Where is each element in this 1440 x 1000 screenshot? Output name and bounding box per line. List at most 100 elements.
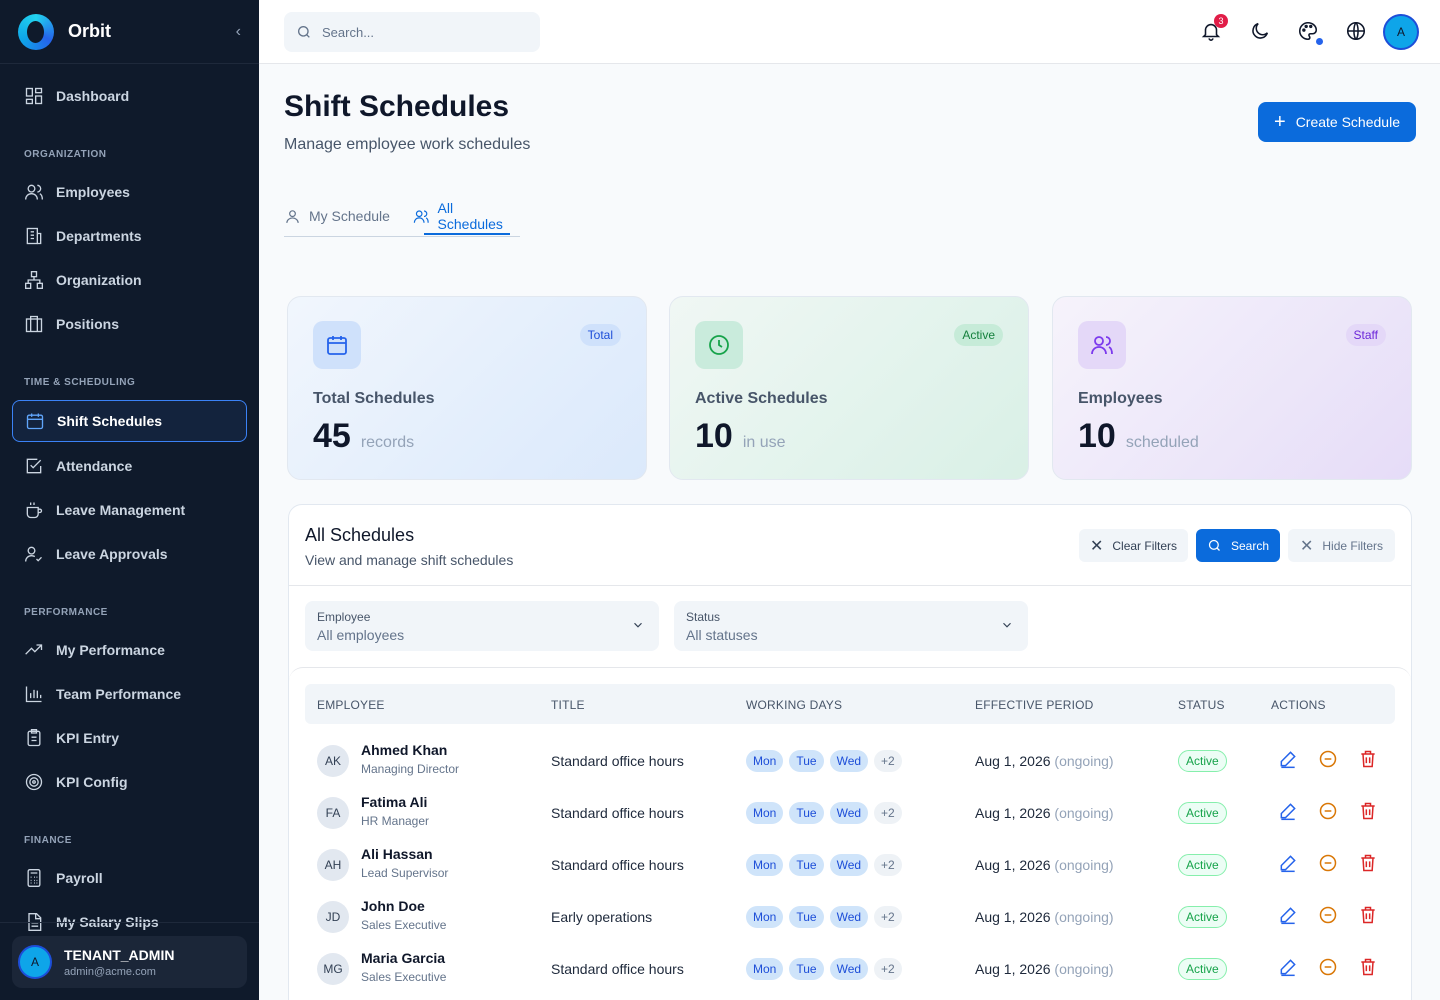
day-chip: Mon xyxy=(746,750,784,772)
user-name: TENANT_ADMIN xyxy=(64,946,175,963)
avatar: FA xyxy=(317,797,349,829)
sidebar-item-positions[interactable]: Positions xyxy=(12,303,247,345)
tab-active-indicator xyxy=(424,233,510,235)
edit-button[interactable] xyxy=(1278,801,1300,823)
edit-button[interactable] xyxy=(1278,957,1300,979)
hide-filters-button[interactable]: ✕ Hide Filters xyxy=(1288,529,1395,562)
sidebar-item-shift-schedules[interactable]: Shift Schedules xyxy=(12,400,247,442)
effective-period: Aug 1, 2026 (ongoing) xyxy=(975,857,1114,873)
working-days: Mon Tue Wed +2 xyxy=(746,854,908,876)
sidebar-item-kpi-config[interactable]: KPI Config xyxy=(12,761,247,803)
select-value: All employees xyxy=(317,627,405,643)
stat-card-employees: Staff Employees 10 scheduled xyxy=(1052,296,1412,480)
sidebar-item-departments[interactable]: Departments xyxy=(12,215,247,257)
tab-all-schedules[interactable]: All Schedules xyxy=(413,196,520,236)
status-filter-select[interactable]: Status All statuses xyxy=(674,601,1028,651)
language-button[interactable] xyxy=(1345,20,1369,44)
sidebar-item-my-performance[interactable]: My Performance xyxy=(12,629,247,671)
users-icon xyxy=(25,184,43,200)
more-days-chip: +2 xyxy=(874,854,902,876)
schedule-title: Standard office hours xyxy=(551,961,684,977)
minus-circle-icon xyxy=(1319,750,1337,768)
search-box[interactable] xyxy=(284,12,540,52)
tab-label: My Schedule xyxy=(309,208,390,224)
globe-icon xyxy=(1346,21,1366,41)
notifications-button[interactable]: 3 xyxy=(1200,14,1228,44)
stat-value-row: 10 in use xyxy=(695,417,786,456)
table-row: AK Ahmed Khan Managing Director Standard… xyxy=(305,734,1395,786)
working-days: Mon Tue Wed +2 xyxy=(746,906,908,928)
edit-button[interactable] xyxy=(1278,749,1300,771)
employee-name[interactable]: Ahmed Khan xyxy=(361,742,447,758)
day-chip: Wed xyxy=(829,958,869,980)
user-card[interactable]: A TENANT_ADMIN admin@acme.com xyxy=(12,936,247,988)
employee-name[interactable]: Fatima Ali xyxy=(361,794,427,810)
sidebar-item-employees[interactable]: Employees xyxy=(12,171,247,213)
search-input[interactable] xyxy=(322,24,522,40)
day-chip: Mon xyxy=(746,958,784,980)
sidebar-item-leave-management[interactable]: Leave Management xyxy=(12,489,247,531)
coffee-icon xyxy=(26,502,43,519)
palette-button[interactable] xyxy=(1297,20,1323,45)
delete-button[interactable] xyxy=(1358,801,1380,823)
edit-button[interactable] xyxy=(1278,905,1300,927)
deactivate-button[interactable] xyxy=(1318,853,1340,875)
period-date: Aug 1, 2026 xyxy=(975,805,1051,821)
day-chip: Tue xyxy=(789,958,824,980)
select-label: Employee xyxy=(317,610,371,624)
stat-value: 10 xyxy=(1078,417,1116,455)
search-icon xyxy=(1208,539,1220,551)
notification-badge: 3 xyxy=(1214,14,1228,28)
employee-name[interactable]: Maria Garcia xyxy=(361,950,445,966)
day-chip: Tue xyxy=(789,802,824,824)
delete-button[interactable] xyxy=(1358,853,1380,875)
deactivate-button[interactable] xyxy=(1318,801,1340,823)
clear-filters-button[interactable]: ✕ Clear Filters xyxy=(1079,529,1188,562)
deactivate-button[interactable] xyxy=(1318,957,1340,979)
sidebar: Orbit ‹ Dashboard ORGANIZATION Employees… xyxy=(0,0,259,1000)
sidebar-item-leave-approvals[interactable]: Leave Approvals xyxy=(12,533,247,575)
sidebar-item-payroll[interactable]: Payroll xyxy=(12,857,247,899)
delete-button[interactable] xyxy=(1358,749,1380,771)
minus-circle-icon xyxy=(1319,958,1337,976)
deactivate-button[interactable] xyxy=(1318,905,1340,927)
minus-circle-icon xyxy=(1319,906,1337,924)
theme-toggle-button[interactable] xyxy=(1249,20,1273,44)
more-days-chip: +2 xyxy=(874,750,902,772)
employee-filter-select[interactable]: Employee All employees xyxy=(305,601,659,651)
deactivate-button[interactable] xyxy=(1318,749,1340,771)
users-icon xyxy=(1091,336,1113,355)
table-row: AH Ali Hassan Lead Supervisor Standard o… xyxy=(305,838,1395,890)
sidebar-item-organization[interactable]: Organization xyxy=(12,259,247,301)
period-date: Aug 1, 2026 xyxy=(975,961,1051,977)
sidebar-item-attendance[interactable]: Attendance xyxy=(12,445,247,487)
calculator-icon xyxy=(27,869,41,887)
chevron-left-icon[interactable]: ‹ xyxy=(236,23,241,41)
select-value: All statuses xyxy=(686,627,758,643)
edit-button[interactable] xyxy=(1278,853,1300,875)
create-schedule-button[interactable]: + Create Schedule xyxy=(1258,102,1416,142)
search-button[interactable]: Search xyxy=(1196,529,1280,562)
effective-period: Aug 1, 2026 (ongoing) xyxy=(975,753,1114,769)
status-badge: Active xyxy=(1178,906,1227,928)
sidebar-item-dashboard[interactable]: Dashboard xyxy=(12,75,247,117)
employee-name[interactable]: Ali Hassan xyxy=(361,846,433,862)
status-badge: Total xyxy=(579,324,621,346)
more-days-chip: +2 xyxy=(874,958,902,980)
panel-subtitle: View and manage shift schedules xyxy=(305,552,514,568)
sidebar-item-label: Leave Management xyxy=(56,502,186,518)
delete-button[interactable] xyxy=(1358,905,1380,927)
sidebar-item-label: Dashboard xyxy=(56,88,130,104)
briefcase-icon xyxy=(25,315,43,333)
stat-label: Active Schedules xyxy=(695,390,828,407)
sidebar-item-team-performance[interactable]: Team Performance xyxy=(12,673,247,715)
delete-button[interactable] xyxy=(1358,957,1380,979)
stat-label: Total Schedules xyxy=(313,390,435,407)
avatar[interactable]: A xyxy=(1383,14,1419,50)
effective-period: Aug 1, 2026 (ongoing) xyxy=(975,805,1114,821)
employee-name[interactable]: John Doe xyxy=(361,898,425,914)
tab-my-schedule[interactable]: My Schedule xyxy=(284,196,390,236)
sidebar-item-kpi-entry[interactable]: KPI Entry xyxy=(12,717,247,759)
pencil-icon xyxy=(1280,959,1296,977)
sidebar-item-label: My Performance xyxy=(56,642,165,658)
